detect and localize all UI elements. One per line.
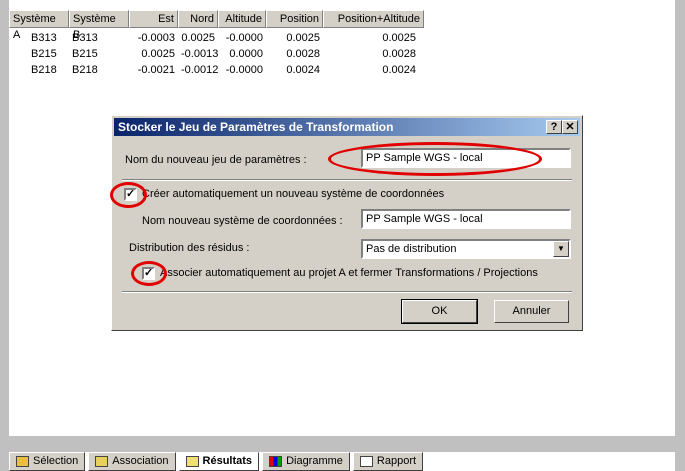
- cell-est: -0.0021: [137, 64, 175, 76]
- cell-nord: -0.0013: [181, 48, 219, 60]
- dialog-title: Stocker le Jeu de Paramètres de Transfor…: [118, 120, 394, 134]
- column-header-system-a[interactable]: Système A: [9, 10, 69, 41]
- cell-position-altitude: 0.0028: [382, 48, 416, 60]
- report-icon: [359, 456, 373, 467]
- chevron-down-icon[interactable]: ▼: [553, 241, 569, 257]
- cell-position: 0.0024: [286, 64, 320, 76]
- column-header-position[interactable]: Position: [266, 10, 323, 28]
- tab-label: Association: [112, 455, 169, 467]
- cell-position: 0.0025: [286, 32, 320, 44]
- cell-system-a: B215: [31, 48, 57, 60]
- tab-selection[interactable]: Sélection: [9, 452, 86, 471]
- bottom-tab-bar: Sélection Association Résultats Diagramm…: [9, 452, 426, 471]
- cell-system-b: B215: [72, 48, 98, 60]
- association-icon: [95, 456, 109, 467]
- cell-system-b: B218: [72, 64, 98, 76]
- store-transformation-dialog: Stocker le Jeu de Paramètres de Transfor…: [110, 115, 583, 331]
- table-header: Système A Système B Est Nord Altitude Po…: [9, 10, 424, 41]
- ok-button[interactable]: OK: [401, 299, 478, 324]
- chart-icon: [269, 456, 283, 467]
- residuals-select-value: Pas de distribution: [366, 243, 457, 255]
- horizontal-scrollbar-area[interactable]: [9, 436, 675, 452]
- column-header-position-altitude[interactable]: Position+Altitude: [323, 10, 424, 28]
- close-button[interactable]: ✕: [562, 120, 578, 134]
- column-header-altitude[interactable]: Altitude: [218, 10, 266, 28]
- cell-position-altitude: 0.0024: [382, 64, 416, 76]
- cell-position: 0.0028: [286, 48, 320, 60]
- cell-system-a: B313: [31, 32, 57, 44]
- help-button[interactable]: ?: [546, 120, 562, 134]
- results-table: B313 B313 -0.0003 0.0025 -0.0000 0.0025 …: [9, 30, 424, 78]
- highlight-ellipse: [328, 142, 542, 176]
- param-set-label: Nom du nouveau jeu de paramètres :: [125, 154, 307, 166]
- associate-label: Associer automatiquement au projet A et …: [160, 267, 538, 279]
- column-header-nord[interactable]: Nord: [178, 10, 218, 28]
- system-name-input[interactable]: PP Sample WGS - local: [361, 209, 571, 229]
- cell-altitude: -0.0000: [225, 64, 263, 76]
- table-row[interactable]: B218 B218 -0.0021 -0.0012 -0.0000 0.0024…: [9, 62, 424, 78]
- cell-system-b: B313: [72, 32, 98, 44]
- cancel-button[interactable]: Annuler: [494, 300, 569, 323]
- tab-association[interactable]: Association: [88, 452, 176, 471]
- table-row[interactable]: B215 B215 0.0025 -0.0013 0.0000 0.0028 0…: [9, 46, 424, 62]
- table-row[interactable]: B313 B313 -0.0003 0.0025 -0.0000 0.0025 …: [9, 30, 424, 46]
- highlight-ellipse: [131, 261, 167, 286]
- cell-est: -0.0003: [137, 32, 175, 44]
- tab-label: Rapport: [376, 455, 417, 467]
- results-icon: [185, 456, 199, 467]
- window-frame-right: [675, 0, 685, 471]
- separator: [122, 179, 572, 181]
- cell-nord: -0.0012: [181, 64, 219, 76]
- cell-est: 0.0025: [141, 48, 175, 60]
- tab-diagram[interactable]: Diagramme: [262, 452, 350, 471]
- highlight-ellipse: [110, 182, 147, 208]
- cell-position-altitude: 0.0025: [382, 32, 416, 44]
- system-name-label: Nom nouveau système de coordonnées :: [142, 215, 343, 227]
- residuals-select[interactable]: Pas de distribution ▼: [361, 239, 571, 259]
- selection-icon: [16, 456, 29, 467]
- column-header-system-b[interactable]: Système B: [69, 10, 129, 41]
- cell-nord: 0.0025: [181, 32, 215, 44]
- column-header-est[interactable]: Est: [129, 10, 178, 28]
- window-frame-left: [0, 0, 9, 471]
- cell-altitude: 0.0000: [229, 48, 263, 60]
- tab-label: Sélection: [33, 455, 79, 467]
- tab-label: Résultats: [202, 455, 253, 467]
- create-system-label: Créer automatiquement un nouveau système…: [142, 188, 445, 200]
- tab-results[interactable]: Résultats: [178, 452, 260, 471]
- cell-system-a: B218: [31, 64, 57, 76]
- tab-report[interactable]: Rapport: [352, 452, 424, 471]
- tab-label: Diagramme: [286, 455, 343, 467]
- dialog-titlebar[interactable]: Stocker le Jeu de Paramètres de Transfor…: [114, 118, 580, 136]
- separator: [122, 291, 572, 293]
- residuals-label: Distribution des résidus :: [129, 242, 250, 254]
- cell-altitude: -0.0000: [225, 32, 263, 44]
